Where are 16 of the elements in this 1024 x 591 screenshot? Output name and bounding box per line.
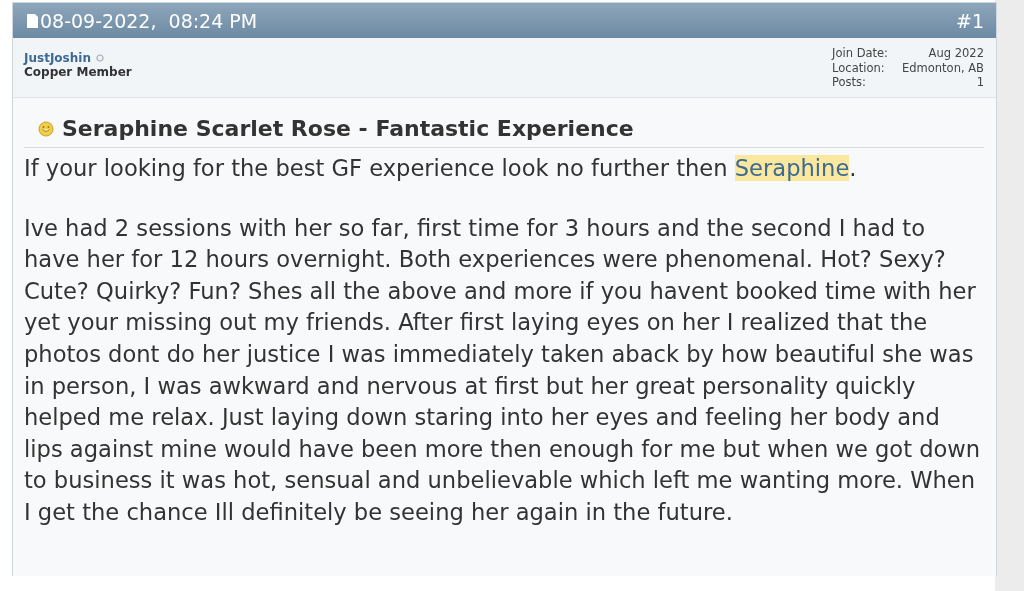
detail-label: Posts: xyxy=(832,75,867,90)
detail-value: Aug 2022 xyxy=(927,46,984,61)
smiley-icon xyxy=(38,120,54,137)
post-date: 08-09-2022, 08:24 PM xyxy=(27,9,258,32)
username-link[interactable]: JustJoshin xyxy=(24,51,91,65)
user-rank: Copper Member xyxy=(24,65,132,79)
detail-value: Edmonton, AB xyxy=(902,60,984,75)
post-paragraph: Ive had 2 sessions with her so far, first time for 3 hours and the second I had to have her for 12 hours overnight. Both experiences were phenomenal. Hot? Sexy? Cute? Quirky? Fun? Shes all the above and more if you havent booked time with her yet your missing out my friends. After first laying eyes on her I realized that the photos dont do her justice I was immediately taken aback by how beautiful she was in person, I was awkward and nervous at first but her great personality quickly helped me relax. Just laying down staring into her eyes and feeling her body and lips against mine would have been more then enough for me but when we got down to business it was hot, sensual and unbelievable which left me wanting more. When I get the chance Ill definitely be seeing her again in the future. xyxy=(24,213,982,527)
post-paragraph: If your looking for the best GF experience look no further then Seraphine. xyxy=(24,154,858,183)
highlighted-link[interactable]: Seraphine xyxy=(734,155,850,181)
document-icon xyxy=(27,13,38,28)
post-title: Seraphine Scarlet Rose - Fantastic Experience xyxy=(62,116,634,141)
detail-label: Join Date: xyxy=(832,46,888,61)
detail-value: 1 xyxy=(975,75,984,90)
post-number[interactable]: #1 xyxy=(956,9,984,32)
detail-label: Location: xyxy=(832,60,886,75)
